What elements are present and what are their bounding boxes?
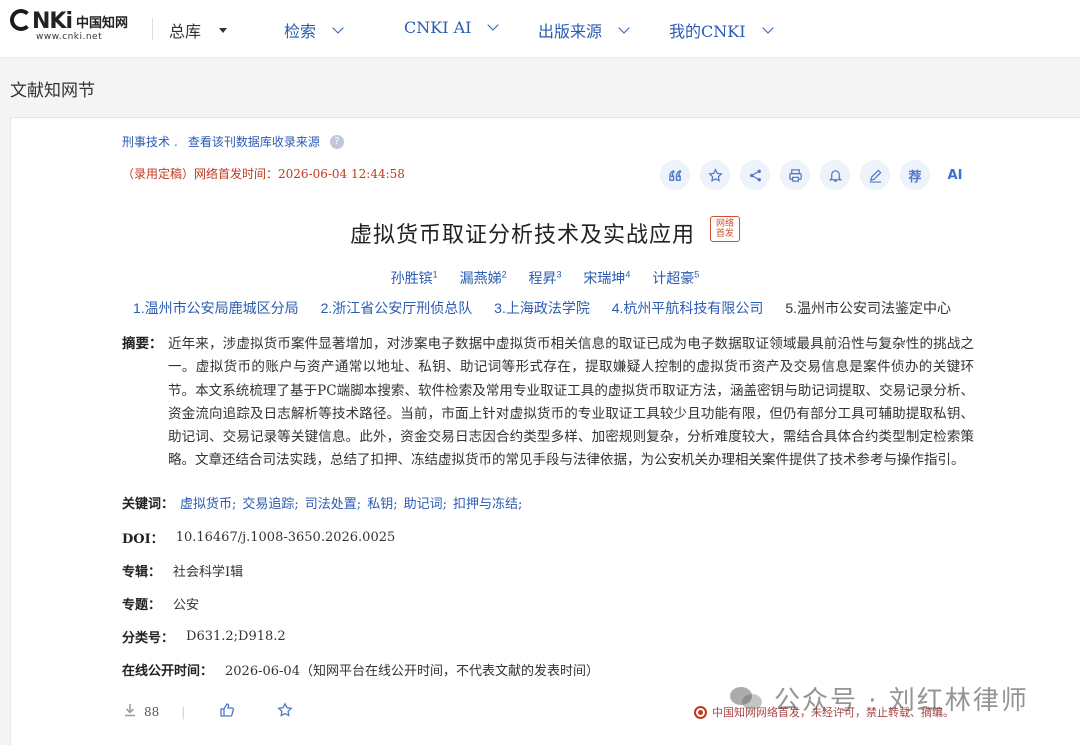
top-navigation: NKi 中国知网 www.cnki.net 总库 检索 CNKI AI 出版来源… (0, 0, 1080, 58)
publish-time: （录用定稿）网络首发时间：2026-06-04 12:44:58 (122, 167, 405, 181)
series-value: 社会科学I辑 (173, 565, 244, 580)
author-link[interactable]: 宋瑞坤4 (583, 269, 630, 286)
affiliation-link[interactable]: 3.上海政法学院 (494, 300, 590, 316)
ai-label: AI (947, 167, 963, 183)
journal-link[interactable]: 刑事技术 (122, 133, 170, 150)
series-label: 专辑： (122, 565, 162, 580)
nav-publication-source-label: 出版来源 (538, 22, 603, 41)
keyword-link[interactable]: 助记词; (404, 493, 447, 512)
nav-search[interactable]: 检索 (284, 18, 344, 42)
article-stats: 88 | (122, 702, 293, 721)
chevron-down-icon (761, 21, 774, 34)
online-time-label: 在线公开时间： (122, 664, 214, 679)
topic-label: 专题： (122, 598, 162, 613)
caret-down-icon (219, 27, 228, 33)
share-icon[interactable] (740, 160, 770, 190)
star-icon[interactable] (700, 160, 730, 190)
wechat-icon (730, 685, 766, 713)
download-count: 88 (144, 704, 160, 719)
database-source-link[interactable]: 查看该刊数据库收录来源 (188, 133, 320, 150)
keyword-link[interactable]: 扣押与冻结; (453, 493, 522, 512)
article-toolbar: 荐 AI (660, 160, 970, 190)
affiliation-link[interactable]: 2.浙江省公安厅刑侦总队 (321, 300, 473, 316)
like-icon[interactable] (219, 702, 235, 721)
topic-value: 公安 (173, 598, 200, 613)
author-link[interactable]: 计超豪5 (652, 269, 699, 286)
print-icon[interactable] (780, 160, 810, 190)
nav-cnki-ai[interactable]: CNKI AI (404, 18, 500, 37)
classification-row: 分类号： D631.2;D918.2 (122, 627, 286, 646)
recommend-label: 荐 (908, 169, 922, 185)
doi-row: DOI： 10.16467/j.1008-3650.2026.0025 (122, 528, 395, 547)
logo-mark: NKi (10, 9, 73, 34)
nav-cnki-ai-label: CNKI AI (404, 18, 472, 37)
affiliation-link[interactable]: 4.杭州平航科技有限公司 (612, 300, 764, 316)
topic-row: 专题： 公安 (122, 594, 199, 613)
author-link[interactable]: 程昇3 (528, 269, 561, 286)
affiliation-link[interactable]: 1.温州市公安局鹿城区分局 (133, 300, 299, 316)
logo-url: www.cnki.net (36, 32, 103, 42)
chevron-down-icon (618, 21, 630, 34)
online-first-badge: 网络首发 (710, 216, 741, 242)
nav-search-label: 检索 (284, 22, 317, 41)
target-icon (694, 705, 707, 719)
doi-value: 10.16467/j.1008-3650.2026.0025 (175, 530, 396, 545)
library-dropdown[interactable]: 总库 (169, 18, 228, 42)
favorite-icon[interactable] (277, 702, 293, 721)
download-icon[interactable] (122, 702, 138, 721)
stat-divider: | (181, 704, 186, 719)
doi-label: DOI： (122, 532, 164, 547)
source-line: 刑事技术 . 查看该刊数据库收录来源 ? (122, 133, 344, 150)
dot-separator: . (174, 134, 178, 149)
nav-my-cnki-label: 我的CNKI (669, 22, 746, 41)
affiliation-list: 1.温州市公安局鹿城区分局 2.浙江省公安厅刑侦总队 3.上海政法学院 4.杭州… (0, 298, 1080, 318)
author-link[interactable]: 孙胜镔1 (391, 269, 438, 286)
keyword-link[interactable]: 交易追踪; (242, 493, 298, 512)
nav-my-cnki[interactable]: 我的CNKI (669, 18, 774, 42)
keyword-link[interactable]: 虚拟货币; (180, 493, 236, 512)
chevron-down-icon (487, 19, 500, 31)
nav-publication-source[interactable]: 出版来源 (538, 18, 630, 42)
recommend-button[interactable]: 荐 (900, 160, 930, 190)
keywords-row: 关键词： 虚拟货币; 交易追踪; 司法处置; 私钥; 助记词; 扣押与冻结; (122, 493, 528, 512)
article-title: 虚拟货币取证分析技术及实战应用 (349, 223, 695, 248)
keyword-link[interactable]: 私钥; (367, 493, 397, 512)
online-time-row: 在线公开时间： 2026-06-04（知网平台在线公开时间，不代表文献的发表时间… (122, 660, 599, 679)
affiliation-text: 5.温州市公安司法鉴定中心 (785, 300, 951, 316)
cnki-logo[interactable]: NKi 中国知网 www.cnki.net (10, 9, 135, 43)
keyword-link[interactable]: 司法处置; (305, 493, 361, 512)
abstract-label: 摘要： (122, 336, 163, 352)
library-label: 总库 (169, 22, 202, 41)
online-time-value: 2026-06-04（知网平台在线公开时间，不代表文献的发表时间） (225, 664, 599, 679)
chevron-down-icon (332, 21, 344, 34)
classification-value: D631.2;D918.2 (186, 629, 286, 644)
wechat-watermark: 公众号 · 刘红林律师 (730, 680, 1029, 717)
classification-label: 分类号： (122, 631, 175, 646)
author-list: 孙胜镔1 漏燕娣2 程昇3 宋瑞坤4 计超豪5 (0, 268, 1080, 288)
quote-icon[interactable] (660, 160, 690, 190)
nav-divider (152, 18, 153, 40)
abstract-text: 近年来，涉虚拟货币案件显著增加，对涉案电子数据中虚拟货币相关信息的取证已成为电子… (168, 336, 974, 469)
author-link[interactable]: 漏燕娣2 (460, 269, 507, 286)
ai-button[interactable]: AI (940, 160, 970, 190)
section-title: 文献知网节 (10, 81, 95, 101)
logo-cn-text: 中国知网 (76, 16, 129, 31)
pen-icon[interactable] (860, 160, 890, 190)
series-row: 专辑： 社会科学I辑 (122, 561, 243, 580)
keywords-label: 关键词： (122, 497, 175, 512)
title-row: 虚拟货币取证分析技术及实战应用 网络首发 (0, 216, 1080, 249)
watermark-text: 公众号 · 刘红林律师 (774, 686, 1029, 716)
bell-icon[interactable] (820, 160, 850, 190)
help-icon[interactable]: ? (329, 134, 344, 149)
